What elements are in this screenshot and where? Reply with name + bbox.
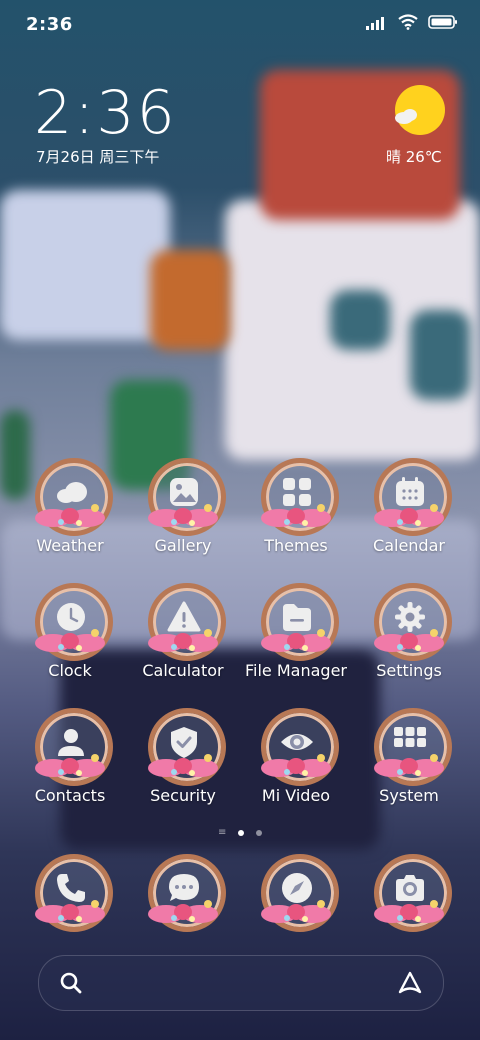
signal-icon	[366, 17, 384, 30]
app-label: Weather	[36, 536, 104, 555]
status-time: 2:36	[26, 14, 73, 35]
assistant-icon[interactable]	[397, 970, 423, 996]
calendar-app-icon[interactable]	[370, 456, 452, 536]
dock-compass-app[interactable]	[240, 852, 352, 932]
app-label: Calendar	[373, 536, 445, 555]
app-label: Settings	[376, 661, 442, 680]
person-app-icon[interactable]	[31, 706, 113, 786]
app-label: Security	[150, 786, 216, 805]
dock-message-app[interactable]	[127, 852, 239, 932]
message-app-icon[interactable]	[144, 852, 226, 932]
app-label: Gallery	[154, 536, 212, 555]
wifi-icon	[398, 14, 418, 30]
warning-app-icon[interactable]	[144, 581, 226, 661]
folder-grid-icon	[394, 727, 426, 747]
app-label: Mi Video	[261, 786, 331, 805]
page-dot-2[interactable]	[256, 830, 262, 836]
status-icons	[366, 14, 458, 30]
calendar-icon	[396, 477, 424, 506]
compass-app-icon[interactable]	[257, 852, 339, 932]
folder-grid-app-icon[interactable]	[370, 706, 452, 786]
cloud-icon	[57, 482, 87, 503]
app-mi-video[interactable]: Mi Video	[240, 706, 352, 805]
phone-icon	[57, 874, 85, 902]
phone-app-icon[interactable]	[31, 852, 113, 932]
app-label: System	[379, 786, 439, 805]
person-icon	[58, 729, 84, 756]
clock-widget-date: 7月26日 周三下午	[36, 148, 160, 166]
folder-app-icon[interactable]	[257, 581, 339, 661]
folder-icon	[283, 604, 311, 631]
clock-icon	[57, 603, 85, 631]
image-icon	[170, 478, 198, 506]
page-dot-1[interactable]	[238, 830, 244, 836]
app-security[interactable]: Security	[127, 706, 239, 805]
clock-app-icon[interactable]	[31, 581, 113, 661]
dock-phone-app[interactable]	[14, 852, 126, 932]
page-indicator: ≡	[0, 828, 480, 838]
search-bar[interactable]	[38, 955, 444, 1011]
dock-camera-app[interactable]	[353, 852, 465, 932]
app-file-manager[interactable]: File Manager	[240, 581, 352, 680]
eye-icon	[281, 734, 313, 750]
image-app-icon[interactable]	[144, 456, 226, 536]
camera-app-icon[interactable]	[370, 852, 452, 932]
app-list-indicator[interactable]: ≡	[218, 828, 226, 838]
cloud-app-icon[interactable]	[31, 456, 113, 536]
app-clock[interactable]: Clock	[14, 581, 126, 680]
app-system[interactable]: System	[353, 706, 465, 805]
app-settings[interactable]: Settings	[353, 581, 465, 680]
gear-app-icon[interactable]	[370, 581, 452, 661]
warning-icon	[167, 601, 201, 632]
app-label: Contacts	[34, 786, 106, 805]
app-contacts[interactable]: Contacts	[14, 706, 126, 805]
app-label: Themes	[264, 536, 328, 555]
camera-icon	[396, 875, 424, 901]
message-icon	[169, 874, 199, 901]
grid-icon	[283, 478, 311, 506]
eye-app-icon[interactable]	[257, 706, 339, 786]
shield-icon	[171, 727, 197, 758]
gear-icon	[395, 602, 425, 632]
compass-icon	[282, 873, 312, 903]
app-label: Clock	[48, 661, 92, 680]
app-themes[interactable]: Themes	[240, 456, 352, 555]
app-label: Calculator	[142, 661, 224, 680]
sun-cloud-icon[interactable]	[390, 84, 446, 140]
grid-app-icon[interactable]	[257, 456, 339, 536]
weather-text: 晴 26℃	[386, 148, 442, 166]
app-label: File Manager	[245, 661, 347, 680]
app-calendar[interactable]: Calendar	[353, 456, 465, 555]
battery-icon	[428, 15, 457, 29]
app-weather[interactable]: Weather	[14, 456, 126, 555]
status-bar: 2:36	[0, 0, 480, 50]
search-icon[interactable]	[59, 971, 83, 995]
app-calculator[interactable]: Calculator	[127, 581, 239, 680]
clock-widget-time[interactable]: 2:36	[34, 78, 177, 148]
app-gallery[interactable]: Gallery	[127, 456, 239, 555]
shield-app-icon[interactable]	[144, 706, 226, 786]
